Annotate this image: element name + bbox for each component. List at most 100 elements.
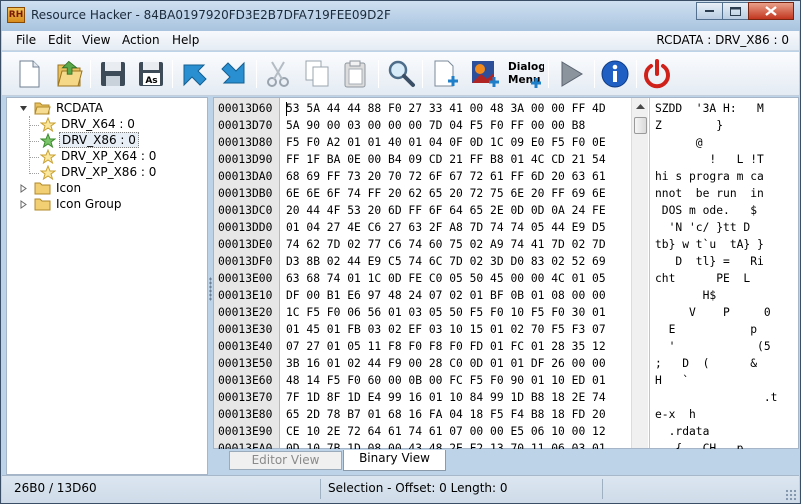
hex-editor[interactable]: 00013D60 00013D70 00013D80 00013D90 00013DA0… (213, 97, 799, 489)
ascii-row[interactable]: 'N 'c/ }tt D (655, 219, 751, 236)
expand-arrow-icon[interactable] (19, 199, 28, 209)
hex-row[interactable]: 74 62 7D 02 77 C6 74 60 75 02 A9 74 41 7… (286, 236, 606, 253)
minimize-button[interactable] (696, 2, 723, 20)
hex-row[interactable]: 01 45 01 FB 03 02 EF 03 10 15 01 02 70 F… (286, 321, 606, 338)
ascii-row[interactable]: nnot be run in (655, 185, 764, 202)
open-file-icon[interactable] (52, 57, 86, 91)
tree-label-drv-x86: DRV_X86 : 0 (59, 132, 139, 148)
save-as-icon[interactable]: As (134, 57, 168, 91)
splitter-grip-icon[interactable] (209, 277, 212, 301)
menu-action[interactable]: Action (122, 33, 160, 47)
ascii-row[interactable]: tb} w t`u tA} } (655, 236, 764, 253)
help-info-icon[interactable] (598, 57, 632, 91)
tree-node-drv-xp-x86[interactable]: DRV_XP_X86 : 0 (40, 164, 158, 180)
tree-node-drv-x86[interactable]: DRV_X86 : 0 (40, 132, 139, 148)
menu-help[interactable]: Help (172, 33, 199, 47)
hex-address: 00013DF0 (218, 255, 273, 268)
tree-node-rcdata[interactable]: RCDATA (19, 100, 105, 116)
paste-icon[interactable] (338, 57, 372, 91)
menu-file[interactable]: File (16, 33, 36, 47)
hex-row[interactable]: 01 04 27 4E C6 27 63 2F A8 7D 74 74 05 4… (286, 219, 606, 236)
prev-resource-icon[interactable] (178, 57, 212, 91)
add-dialog-menu-icon[interactable]: Dialog Menu (506, 57, 544, 91)
ascii-row[interactable]: .t (655, 389, 778, 406)
status-bar: 26B0 / 13D60 Selection - Offset: 0 Lengt… (2, 475, 799, 503)
hex-row[interactable]: 63 68 74 01 1C 0D FE C0 05 50 45 00 00 4… (286, 270, 606, 287)
ascii-row[interactable]: V P 0 (655, 304, 771, 321)
status-divider (320, 479, 321, 499)
ascii-row[interactable]: ; D ( & (655, 355, 757, 372)
scrollbar-thumb[interactable] (634, 117, 647, 134)
hex-address: 00013E40 (218, 340, 273, 353)
ascii-row[interactable]: E p (655, 321, 757, 338)
menu-edit[interactable]: Edit (48, 33, 71, 47)
star-icon (40, 132, 56, 148)
cut-icon[interactable] (262, 57, 296, 91)
hex-row[interactable]: 48 14 F5 F0 60 00 0B 00 FC F5 F0 90 01 1… (286, 372, 606, 389)
ascii-row[interactable]: H$ (655, 287, 717, 304)
ascii-row[interactable]: .rdata (655, 423, 710, 440)
copy-icon[interactable] (300, 57, 334, 91)
tree-node-drv-xp-x64[interactable]: DRV_XP_X64 : 0 (40, 148, 158, 164)
ascii-row[interactable]: hi s progra m ca (655, 168, 764, 185)
hex-row[interactable]: 3B 16 01 02 44 F9 00 28 C0 0D 01 01 DF 2… (286, 355, 606, 372)
tab-editor-view[interactable]: Editor View (229, 451, 342, 470)
app-logo-icon[interactable]: RH (7, 7, 25, 23)
add-image-resource-icon[interactable] (468, 57, 502, 91)
ascii-column[interactable]: SZDD '3A H: MZ } @ ! L !T hi s progra m c… (649, 98, 798, 489)
tree-node-icon-group[interactable]: Icon Group (19, 196, 123, 212)
expand-arrow-icon[interactable] (19, 183, 28, 193)
ascii-row[interactable]: e-x h (655, 406, 696, 423)
hex-address: 00013E10 (218, 289, 273, 302)
save-icon[interactable] (96, 57, 130, 91)
vertical-scrollbar[interactable] (631, 98, 648, 448)
window-controls (696, 2, 794, 20)
collapse-arrow-icon[interactable] (19, 104, 28, 113)
hex-row[interactable]: D3 8B 02 44 E9 C5 74 6C 7D 02 3D D0 83 0… (286, 253, 606, 270)
tree-node-drv-x64[interactable]: DRV_X64 : 0 (40, 116, 137, 132)
hex-row[interactable]: DF 00 B1 E6 97 48 24 07 02 01 BF 0B 01 0… (286, 287, 606, 304)
tree-node-icon[interactable]: Icon (19, 180, 83, 196)
hex-row[interactable]: 6E 6E 6F 74 FF 20 62 65 20 72 75 6E 20 F… (286, 185, 606, 202)
ascii-row[interactable]: SZDD '3A H: M (655, 100, 764, 117)
exit-power-icon[interactable] (640, 57, 674, 91)
ascii-row[interactable]: ! L !T (655, 151, 763, 168)
hex-row[interactable]: 1C F5 F0 06 56 01 03 05 50 F5 F0 10 F5 F… (286, 304, 606, 321)
ascii-row[interactable]: D tl} = Ri (655, 253, 763, 270)
hex-row[interactable]: 68 69 FF 73 20 70 72 6F 67 72 61 FF 6D 2… (286, 168, 606, 185)
resize-grip-icon[interactable] (785, 489, 797, 501)
hex-row[interactable]: 20 44 4F 53 20 6D FF 6F 64 65 2E 0D 0D 0… (286, 202, 606, 219)
close-button[interactable] (748, 2, 794, 20)
tab-binary-view[interactable]: Binary View (343, 450, 446, 471)
hex-row[interactable]: 65 2D 78 B7 01 68 16 FA 04 18 F5 F4 B8 1… (286, 406, 606, 423)
ascii-row[interactable]: @ (655, 134, 703, 151)
new-file-icon[interactable] (12, 57, 46, 91)
find-icon[interactable] (384, 57, 418, 91)
ascii-row[interactable]: Z } (655, 117, 723, 134)
ascii-row[interactable]: DOS m ode. $ (655, 202, 757, 219)
toolbar-separator (256, 60, 257, 88)
hex-row[interactable]: 7F 1D 8F 1D E4 99 16 01 10 84 99 1D B8 1… (286, 389, 606, 406)
ascii-row[interactable]: ' (5 (655, 338, 771, 355)
next-resource-icon[interactable] (216, 57, 250, 91)
resource-tree[interactable]: RCDATA DRV_X64 : 0 DRV_X86 : 0 DRV_XP_X6… (6, 97, 208, 475)
ascii-row[interactable]: H ` (655, 372, 689, 389)
open-folder-icon (34, 102, 51, 114)
toolbar-separator (594, 60, 595, 88)
add-resource-icon[interactable] (428, 57, 462, 91)
toolbar-separator (548, 60, 549, 88)
ascii-row[interactable]: cht PE L (655, 270, 750, 287)
menu-view[interactable]: View (82, 33, 110, 47)
maximize-button[interactable] (722, 2, 749, 20)
scroll-up-arrow-icon (636, 104, 645, 109)
hex-row[interactable]: FF 1F BA 0E 00 B4 09 CD 21 FF B8 01 4C C… (286, 151, 606, 168)
hex-row[interactable]: 5A 90 00 03 00 00 00 7D 04 F5 F0 FF 00 0… (286, 117, 585, 134)
toolbar-separator (172, 60, 173, 88)
scroll-up-button[interactable] (633, 99, 648, 115)
hex-row[interactable]: F5 F0 A2 01 01 40 01 04 0F 0D 1C 09 E0 F… (286, 134, 606, 151)
hex-row[interactable]: 53 5A 44 44 88 F0 27 33 41 00 48 3A 00 0… (286, 100, 606, 117)
hex-row[interactable]: 07 27 01 05 11 F8 F0 F8 F0 FD 01 FC 01 2… (286, 338, 606, 355)
compile-script-icon[interactable] (554, 57, 588, 91)
title-bar[interactable]: RH Resource Hacker - 84BA0197920FD3E2B7D… (1, 1, 800, 31)
hex-row[interactable]: CE 10 2E 72 64 61 74 61 07 00 00 E5 06 1… (286, 423, 606, 440)
